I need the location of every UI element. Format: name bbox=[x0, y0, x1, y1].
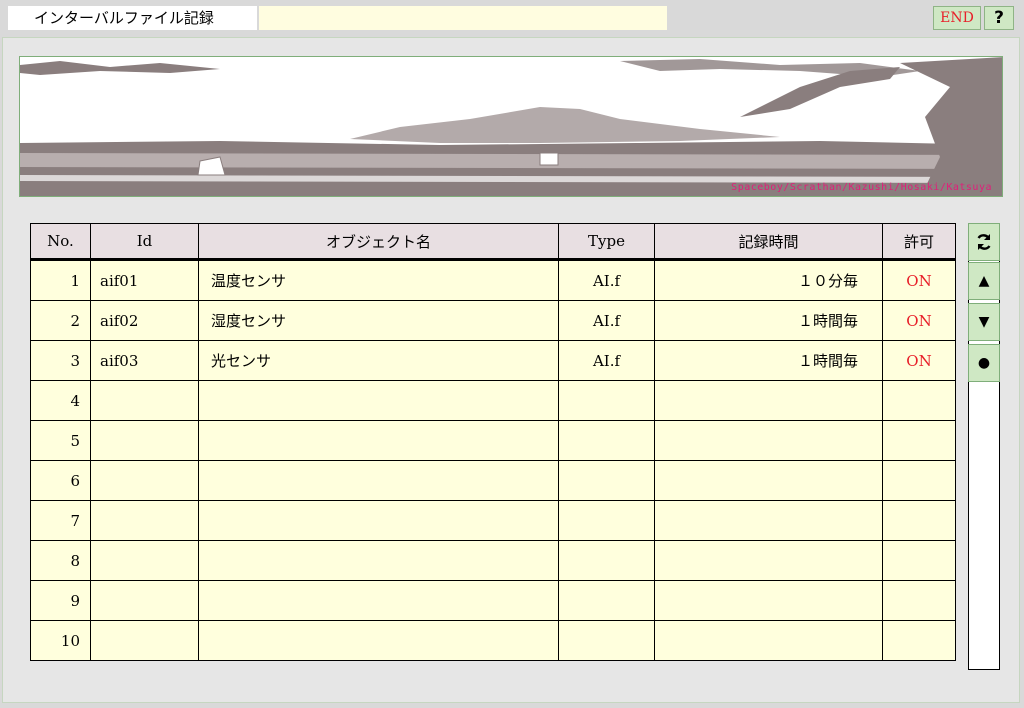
help-button[interactable]: ? bbox=[984, 6, 1014, 30]
column-header-no: No. bbox=[30, 223, 91, 260]
cell-name[interactable]: 温度センサ bbox=[198, 258, 559, 301]
cell-type[interactable] bbox=[558, 620, 655, 661]
cell-id[interactable]: aif03 bbox=[90, 340, 199, 381]
cell-id[interactable] bbox=[90, 460, 199, 501]
cell-time[interactable] bbox=[654, 580, 883, 621]
table-row[interactable]: 10 bbox=[30, 620, 956, 661]
table-row[interactable]: 4 bbox=[30, 380, 956, 421]
table-row[interactable]: 8 bbox=[30, 540, 956, 581]
cell-id[interactable] bbox=[90, 500, 199, 541]
cell-name[interactable] bbox=[198, 540, 559, 581]
cell-no: 3 bbox=[30, 340, 91, 381]
cell-name[interactable] bbox=[198, 620, 559, 661]
column-header-type: Type bbox=[558, 223, 655, 260]
title-info-field bbox=[259, 6, 667, 30]
table-row[interactable]: 2 aif02 湿度センサ AI.f １時間毎 ON bbox=[30, 300, 956, 341]
cell-no: 6 bbox=[30, 460, 91, 501]
cell-id[interactable] bbox=[90, 380, 199, 421]
cell-type[interactable]: AI.f bbox=[558, 300, 655, 341]
cell-time[interactable] bbox=[654, 540, 883, 581]
cell-permission[interactable] bbox=[882, 580, 956, 621]
cell-type[interactable] bbox=[558, 420, 655, 461]
cell-type[interactable]: AI.f bbox=[558, 340, 655, 381]
refresh-button[interactable] bbox=[968, 223, 1000, 261]
cell-id[interactable] bbox=[90, 540, 199, 581]
interval-file-table: No. Id オブジェクト名 Type 記録時間 許可 1 aif01 温度セン… bbox=[30, 223, 956, 661]
cell-time[interactable]: １時間毎 bbox=[654, 300, 883, 341]
cell-no: 5 bbox=[30, 420, 91, 461]
end-button[interactable]: END bbox=[933, 6, 981, 30]
move-down-button[interactable]: ▼ bbox=[968, 303, 1000, 341]
cell-time[interactable] bbox=[654, 380, 883, 421]
cell-type[interactable] bbox=[558, 500, 655, 541]
column-header-time: 記録時間 bbox=[654, 223, 883, 260]
cell-no: 4 bbox=[30, 380, 91, 421]
up-arrow-icon: ▲ bbox=[978, 273, 990, 289]
window-title: インターバルファイル記録 bbox=[8, 6, 257, 30]
table-row[interactable]: 3 aif03 光センサ AI.f １時間毎 ON bbox=[30, 340, 956, 381]
table-row[interactable]: 5 bbox=[30, 420, 956, 461]
cell-name[interactable] bbox=[198, 460, 559, 501]
cell-permission[interactable] bbox=[882, 500, 956, 541]
cell-id[interactable]: aif02 bbox=[90, 300, 199, 341]
cell-time[interactable] bbox=[654, 420, 883, 461]
cell-type[interactable] bbox=[558, 580, 655, 621]
cell-time[interactable] bbox=[654, 460, 883, 501]
banner-image: Spaceboy/Scrathan/Kazushi/Hosaki/Katsuya bbox=[19, 56, 1003, 197]
dot-icon: ● bbox=[977, 355, 991, 371]
cell-time[interactable] bbox=[654, 620, 883, 661]
cell-time[interactable]: １０分毎 bbox=[654, 258, 883, 301]
cell-id[interactable]: aif01 bbox=[90, 258, 199, 301]
column-header-name: オブジェクト名 bbox=[198, 223, 559, 260]
cell-type[interactable]: AI.f bbox=[558, 258, 655, 301]
cell-name[interactable] bbox=[198, 380, 559, 421]
cell-no: 1 bbox=[30, 258, 91, 301]
cell-permission[interactable]: ON bbox=[882, 340, 956, 381]
cell-time[interactable] bbox=[654, 500, 883, 541]
table-row[interactable]: 9 bbox=[30, 580, 956, 621]
cell-name[interactable] bbox=[198, 580, 559, 621]
cell-no: 8 bbox=[30, 540, 91, 581]
cell-name[interactable]: 光センサ bbox=[198, 340, 559, 381]
cell-id[interactable] bbox=[90, 580, 199, 621]
table-header-row: No. Id オブジェクト名 Type 記録時間 許可 bbox=[30, 223, 956, 260]
cell-permission[interactable] bbox=[882, 380, 956, 421]
cell-permission[interactable] bbox=[882, 620, 956, 661]
cell-permission[interactable] bbox=[882, 540, 956, 581]
table-row[interactable]: 7 bbox=[30, 500, 956, 541]
cell-permission[interactable]: ON bbox=[882, 300, 956, 341]
table-row[interactable]: 6 bbox=[30, 460, 956, 501]
cell-id[interactable] bbox=[90, 420, 199, 461]
cell-name[interactable] bbox=[198, 420, 559, 461]
banner-credit: Spaceboy/Scrathan/Kazushi/Hosaki/Katsuya bbox=[731, 182, 992, 193]
cell-name[interactable] bbox=[198, 500, 559, 541]
cell-time[interactable]: １時間毎 bbox=[654, 340, 883, 381]
column-header-id: Id bbox=[90, 223, 199, 260]
cell-name[interactable]: 湿度センサ bbox=[198, 300, 559, 341]
cell-no: 10 bbox=[30, 620, 91, 661]
cell-permission[interactable] bbox=[882, 460, 956, 501]
cell-type[interactable] bbox=[558, 540, 655, 581]
cell-permission[interactable]: ON bbox=[882, 258, 956, 301]
cell-type[interactable] bbox=[558, 460, 655, 501]
column-header-perm: 許可 bbox=[882, 223, 956, 260]
cell-id[interactable] bbox=[90, 620, 199, 661]
move-up-button[interactable]: ▲ bbox=[968, 262, 1000, 300]
cell-no: 7 bbox=[30, 500, 91, 541]
cell-no: 9 bbox=[30, 580, 91, 621]
table-row[interactable]: 1 aif01 温度センサ AI.f １０分毎 ON bbox=[30, 258, 956, 301]
cell-type[interactable] bbox=[558, 380, 655, 421]
refresh-icon bbox=[977, 234, 991, 250]
cell-permission[interactable] bbox=[882, 420, 956, 461]
cell-no: 2 bbox=[30, 300, 91, 341]
down-arrow-icon: ▼ bbox=[978, 314, 990, 330]
landscape-illustration bbox=[20, 57, 1002, 196]
select-button[interactable]: ● bbox=[968, 344, 1000, 382]
